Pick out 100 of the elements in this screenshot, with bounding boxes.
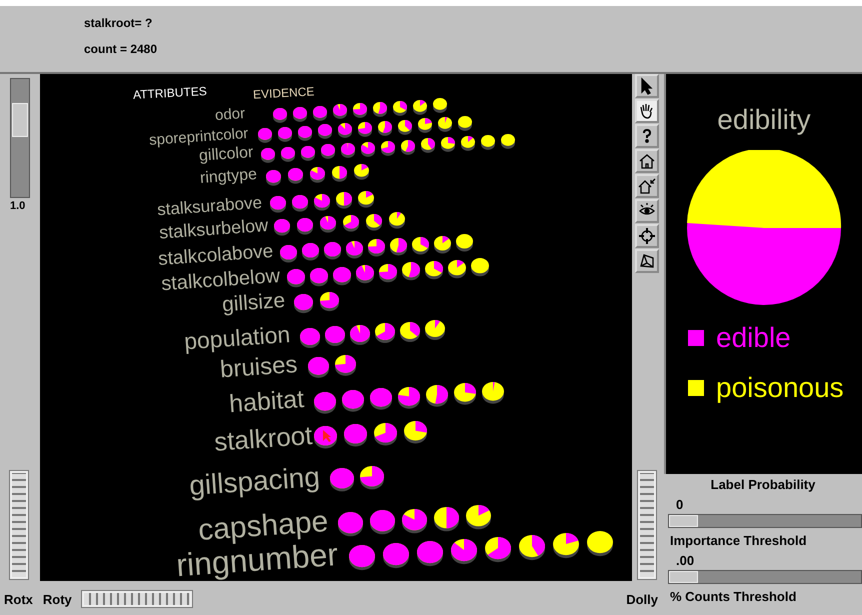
viewer-tool-button[interactable] [635,124,659,148]
pie-marker [402,262,420,282]
thumbwheel[interactable] [82,591,192,607]
pie-marker [390,238,406,257]
pie-marker [280,244,296,264]
wheel-label: Dolly [626,592,658,606]
horizontal-slider[interactable] [668,570,862,584]
pie-marker [324,242,340,261]
pie-marker [300,328,320,348]
pie-marker [425,261,443,280]
pie-marker [401,140,415,156]
horizontal-slider[interactable] [668,514,862,528]
attribute-label: ringtype [200,167,258,188]
attribute-label: habitat [228,387,305,418]
pie-marker [320,292,338,312]
pie-marker [587,530,613,557]
pie-marker [378,120,392,137]
thumbwheel[interactable] [638,471,656,579]
pie-marker [461,136,475,152]
pie-marker [374,422,396,446]
slider-thumb[interactable] [12,103,28,138]
status-text: stalkroot= ? [84,16,154,32]
pie-marker [346,240,362,260]
viewer-tool-button[interactable] [635,74,659,98]
pie-marker [273,108,287,124]
pie-marker [451,538,477,565]
pie-marker [519,534,545,561]
pie-marker [481,134,495,151]
control-label: % Counts Threshold [669,588,798,606]
vertical-slider[interactable] [10,78,30,198]
slider-value: 1.0 [10,200,26,212]
pie-marker [398,386,420,410]
slider-thumb[interactable] [669,515,698,527]
pie-marker [361,142,375,158]
pie-marker [292,194,308,212]
legend-label: edible [716,322,791,354]
cube-icon [638,252,656,270]
legend-label: poisonous [716,372,844,404]
pie-marker [370,388,392,411]
viewer-tool-button[interactable] [635,224,659,248]
pie-marker [425,320,445,341]
pie-marker [302,243,318,262]
attribute-label: gillcolor [198,145,254,165]
pie-marker [402,508,426,534]
viewer-tool-button[interactable] [635,174,659,198]
pie-marker [466,504,490,530]
attribute-label: sporeprintcolor [148,126,249,148]
pie-marker [393,100,407,117]
pie-marker [421,138,435,154]
pie-marker [301,146,315,162]
pie-marker [258,128,272,144]
pie-marker [366,214,382,232]
viewer-tool-button[interactable] [635,149,659,173]
pie-marker [358,190,374,208]
pie-marker [482,382,504,404]
thumbwheel[interactable] [10,471,28,579]
pie-marker [274,219,290,237]
viewer-tool-button[interactable] [635,199,659,223]
pie-marker [389,212,405,230]
attribute-label: stalksurbelow [158,216,269,242]
pie-marker [281,146,295,163]
viewer-tool-button[interactable] [635,99,659,123]
pie-marker [358,122,372,138]
pie-marker [368,239,384,258]
pie-marker [314,194,330,212]
pie-marker [381,140,395,157]
pie-marker [412,236,428,256]
pie-marker [456,234,472,253]
pie-marker [433,98,447,114]
pie-marker [400,322,420,342]
pie-marker [448,260,466,279]
pie-marker [334,355,356,378]
control-label: Label Probability [710,476,816,494]
pie-marker [553,532,579,559]
status-text: count = 2480 [84,42,158,58]
crosshair-icon [638,227,656,245]
viewer-tool-button[interactable] [635,249,659,273]
pie-marker [310,268,328,288]
pie-marker [501,134,515,150]
panel-title: edibility [717,104,811,136]
pie-marker [379,264,397,284]
wheel-label: Rotx [4,592,33,606]
wheel-label: Roty [42,592,72,606]
pie-marker [349,544,375,572]
pie-marker [418,118,432,134]
pie-marker [441,137,455,154]
attribute-label: stalksurabove [156,194,263,218]
pie-marker [321,144,335,160]
column-heading: ATTRIBUTES [132,84,208,102]
pie-marker [333,266,351,286]
pie-marker [354,164,368,182]
attribute-label: stalkroot [213,422,313,454]
pie-marker [353,103,367,120]
pie-marker [426,384,448,408]
pie-marker [294,294,312,314]
slider-thumb[interactable] [669,571,698,583]
pie-marker [360,466,384,490]
pie-marker [288,168,302,186]
pie-marker [417,540,443,567]
pie-marker [404,420,426,444]
